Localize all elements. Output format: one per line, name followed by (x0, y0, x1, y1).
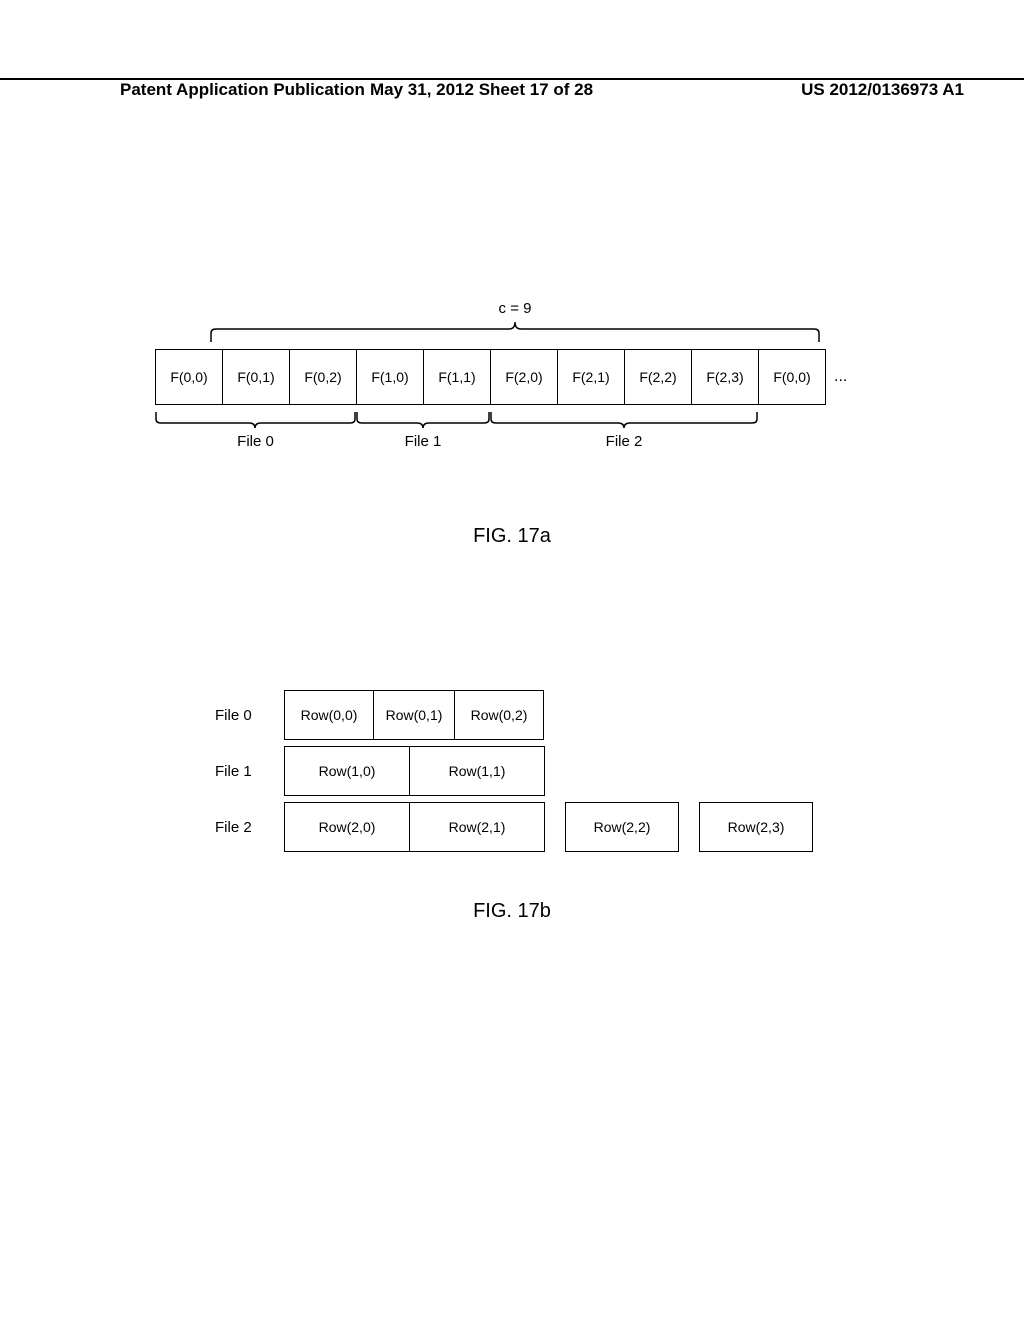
file-1-row-label: File 1 (215, 763, 285, 780)
fragment-cell: F(0,1) (222, 349, 290, 405)
row-cell: Row(1,1) (409, 746, 545, 796)
c-label: c = 9 (155, 300, 875, 317)
row-cell: Row(0,0) (284, 690, 374, 740)
file-0-row: File 0 Row(0,0) Row(0,1) Row(0,2) (215, 690, 813, 740)
row-cell: Row(2,1) (409, 802, 545, 852)
fragment-cell: F(1,1) (423, 349, 491, 405)
file-1-brace: File 1 (356, 411, 490, 450)
header-middle: May 31, 2012 Sheet 17 of 28 (370, 80, 593, 100)
top-brace-icon (210, 321, 820, 343)
ellipsis: ... (834, 349, 847, 405)
figure-17a-caption: FIG. 17a (0, 525, 1024, 548)
figure-17a: c = 9 F(0,0) F(0,1) F(0,2) F(1,0) F(1,1)… (155, 300, 875, 457)
bottom-braces: File 0 File 1 File 2 (155, 411, 875, 457)
header-right: US 2012/0136973 A1 (801, 80, 964, 100)
page-header: Patent Application Publication May 31, 2… (120, 80, 964, 100)
file-1-row: File 1 Row(1,0) Row(1,1) (215, 746, 813, 796)
file-2-label: File 2 (490, 433, 758, 450)
fragment-cell: F(0,2) (289, 349, 357, 405)
file-2-row: File 2 Row(2,0) Row(2,1) Row(2,2) Row(2,… (215, 802, 813, 852)
file-2-brace: File 2 (490, 411, 758, 450)
row-cell: Row(2,2) (565, 802, 679, 852)
fragment-cell: F(2,3) (691, 349, 759, 405)
header-left: Patent Application Publication (120, 80, 365, 100)
fragment-cell: F(0,0) (758, 349, 826, 405)
row-cell: Row(0,2) (454, 690, 544, 740)
file-0-label: File 0 (155, 433, 356, 450)
row-cell: Row(1,0) (284, 746, 410, 796)
row-cell: Row(0,1) (373, 690, 455, 740)
file-0-brace: File 0 (155, 411, 356, 450)
figure-17b: File 0 Row(0,0) Row(0,1) Row(0,2) File 1… (215, 690, 813, 858)
file-1-label: File 1 (356, 433, 490, 450)
fragment-cell: F(1,0) (356, 349, 424, 405)
file-0-row-label: File 0 (215, 707, 285, 724)
file-2-row-label: File 2 (215, 819, 285, 836)
row-cell: Row(2,0) (284, 802, 410, 852)
fragment-cell: F(2,0) (490, 349, 558, 405)
figure-17b-caption: FIG. 17b (0, 900, 1024, 923)
row-cell: Row(2,3) (699, 802, 813, 852)
fragment-cell: F(2,1) (557, 349, 625, 405)
fragment-cells: F(0,0) F(0,1) F(0,2) F(1,0) F(1,1) F(2,0… (155, 349, 875, 405)
fragment-cell: F(0,0) (155, 349, 223, 405)
fragment-cell: F(2,2) (624, 349, 692, 405)
